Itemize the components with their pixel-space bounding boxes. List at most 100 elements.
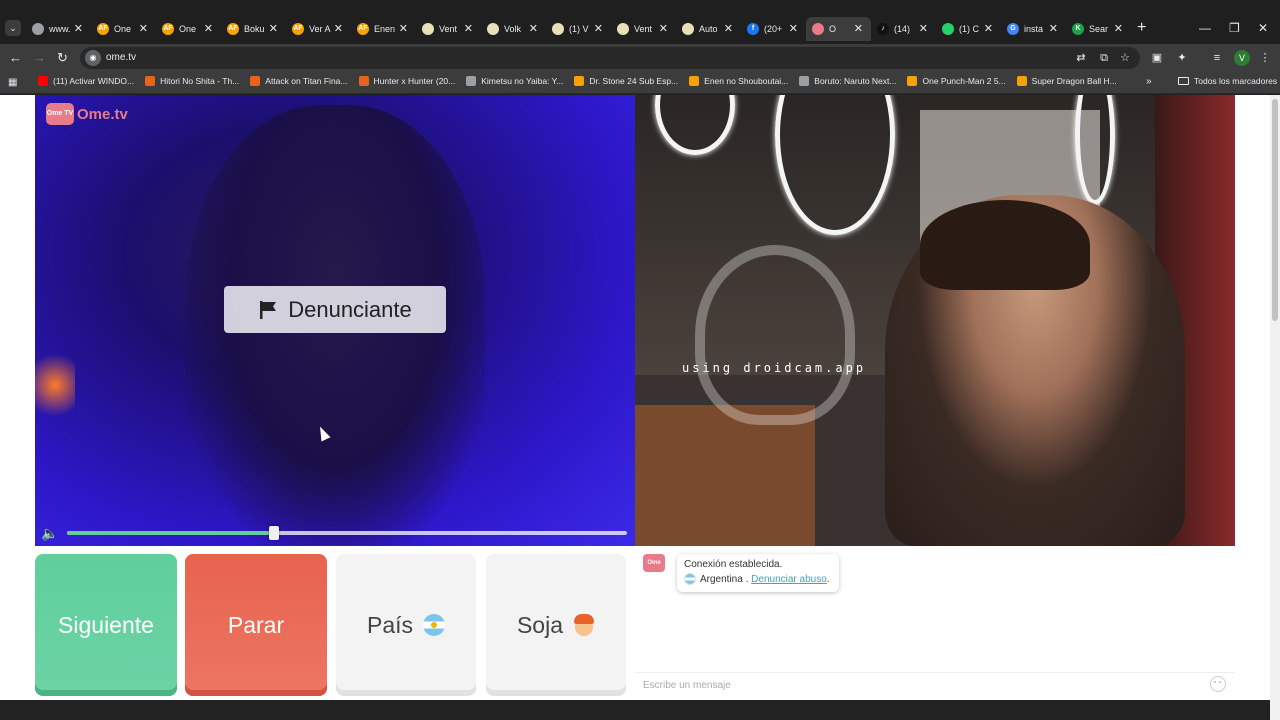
- address-bar[interactable]: ◉ ome.tv: [80, 47, 1140, 69]
- bookmark-star-icon[interactable]: ☆: [1118, 51, 1132, 65]
- browser-tab[interactable]: AF Boku ✕: [221, 17, 286, 41]
- restore-icon[interactable]: ❐: [1229, 21, 1240, 35]
- browser-tab[interactable]: AF One ✕: [156, 17, 221, 41]
- site-info-icon[interactable]: ◉: [85, 50, 101, 66]
- tab-close-icon[interactable]: ✕: [334, 22, 343, 35]
- profile-avatar[interactable]: V: [1234, 50, 1250, 66]
- droidcam-watermark: using droidcam.app: [682, 361, 867, 375]
- tab-close-icon[interactable]: ✕: [1049, 22, 1058, 35]
- tab-close-icon[interactable]: ✕: [464, 22, 473, 35]
- report-button[interactable]: Denunciante: [224, 286, 446, 333]
- video-person-hair: [920, 200, 1090, 290]
- bookmark-label: Hitori No Shita - Th...: [160, 76, 240, 86]
- volume-handle[interactable]: [269, 526, 280, 540]
- bookmark-item[interactable]: Boruto: Naruto Next...: [799, 76, 896, 86]
- browser-tab[interactable]: Vent ✕: [611, 17, 676, 41]
- browser-tab[interactable]: ♪ (14) ✕: [871, 17, 936, 41]
- tab-close-icon[interactable]: ✕: [204, 22, 213, 35]
- next-button-label: Siguiente: [58, 611, 154, 638]
- bookmark-item[interactable]: Hunter x Hunter (20...: [358, 76, 455, 86]
- volume-icon[interactable]: 🔈: [41, 525, 58, 542]
- browser-tab[interactable]: AF One ✕: [91, 17, 156, 41]
- browser-tab[interactable]: K Sear ✕: [1066, 17, 1131, 41]
- chat-input-area: [635, 672, 1235, 696]
- close-window-icon[interactable]: ✕: [1258, 21, 1268, 35]
- browser-tab[interactable]: Ginsta ✕: [1001, 17, 1066, 41]
- country-filter-button[interactable]: País: [336, 554, 476, 696]
- page-scrollbar[interactable]: [1270, 95, 1280, 720]
- bookmark-item[interactable]: Attack on Titan Fina...: [250, 76, 348, 86]
- menu-icon[interactable]: ⋮: [1258, 51, 1272, 65]
- bookmark-favicon-icon: [574, 76, 585, 86]
- tab-title: Auto: [699, 24, 718, 34]
- boy-emoji-icon: [573, 613, 595, 637]
- tab-favicon-icon: AF: [97, 23, 109, 35]
- all-bookmarks-folder[interactable]: Todos los marcadores: [1178, 76, 1277, 86]
- install-app-icon[interactable]: ⧉: [1097, 51, 1111, 65]
- forward-icon[interactable]: →: [33, 50, 46, 65]
- browser-tab[interactable]: AF Ver A ✕: [286, 17, 351, 41]
- volume-slider[interactable]: [67, 526, 627, 540]
- tab-close-icon[interactable]: ✕: [659, 22, 668, 35]
- bookmark-item[interactable]: Enen no Shouboutai...: [689, 76, 788, 86]
- tab-close-icon[interactable]: ✕: [399, 22, 408, 35]
- tab-close-icon[interactable]: ✕: [724, 22, 733, 35]
- tab-close-icon[interactable]: ✕: [529, 22, 538, 35]
- emoji-icon[interactable]: [1210, 676, 1226, 692]
- tab-close-icon[interactable]: ✕: [1114, 22, 1123, 35]
- extension-icon[interactable]: ▣: [1150, 51, 1164, 65]
- browser-tab[interactable]: Auto ✕: [676, 17, 741, 41]
- browser-tab[interactable]: (1) V ✕: [546, 17, 611, 41]
- more-bookmarks-icon[interactable]: »: [1146, 76, 1152, 87]
- browser-tab[interactable]: O ✕: [806, 17, 871, 41]
- browser-tab[interactable]: Volk ✕: [481, 17, 546, 41]
- bookmark-item[interactable]: One Punch-Man 2 5...: [907, 76, 1006, 86]
- tab-close-icon[interactable]: ✕: [854, 22, 863, 35]
- minimize-icon[interactable]: —: [1199, 21, 1211, 35]
- browser-tab[interactable]: f (20+ ✕: [741, 17, 806, 41]
- browser-tab[interactable]: www. ✕: [26, 17, 91, 41]
- tab-close-icon[interactable]: ✕: [269, 22, 278, 35]
- tab-close-icon[interactable]: ✕: [139, 22, 148, 35]
- tab-close-icon[interactable]: ✕: [789, 22, 798, 35]
- tab-close-icon[interactable]: ✕: [984, 22, 993, 35]
- bookmark-item[interactable]: (11) Activar WINDO...: [38, 76, 134, 86]
- gender-filter-button[interactable]: Soja: [486, 554, 626, 696]
- apps-grid-icon[interactable]: ▦: [8, 77, 17, 88]
- browser-tab[interactable]: AF Enen ✕: [351, 17, 416, 41]
- chat-message-input[interactable]: [643, 677, 1193, 693]
- next-button[interactable]: Siguiente: [35, 554, 177, 696]
- tab-close-icon[interactable]: ✕: [919, 22, 928, 35]
- bookmark-item[interactable]: Super Dragon Ball H...: [1016, 76, 1117, 86]
- browser-tab[interactable]: (1) C ✕: [936, 17, 1001, 41]
- bookmark-item[interactable]: Kimetsu no Yaiba: Y...: [466, 76, 563, 86]
- tab-favicon-icon: AF: [227, 23, 239, 35]
- stop-button[interactable]: Parar: [185, 554, 327, 696]
- tab-favicon-icon: [682, 23, 694, 35]
- system-message: Conexión establecida. Argentina . Denunc…: [677, 554, 839, 592]
- extensions-puzzle-icon[interactable]: ✦: [1175, 51, 1189, 65]
- partner-country: Argentina .: [700, 573, 749, 585]
- report-abuse-link[interactable]: Denunciar abuso: [751, 574, 827, 585]
- tab-close-icon[interactable]: ✕: [74, 22, 83, 35]
- tab-title: One: [114, 24, 132, 34]
- tab-search-icon[interactable]: ⌄: [5, 20, 21, 36]
- media-controls-icon[interactable]: ≡: [1210, 51, 1224, 65]
- ometv-logo[interactable]: Ome TV Ome.tv: [46, 103, 128, 125]
- bookmark-label: Enen no Shouboutai...: [704, 76, 789, 86]
- back-icon[interactable]: ←: [9, 50, 22, 65]
- browser-tab[interactable]: Vent ✕: [416, 17, 481, 41]
- tab-strip: ⌄ www. ✕ AF One ✕ AF One ✕ AF Boku ✕ AF Ver A ✕ AF Enen…: [0, 0, 1280, 44]
- bookmark-item[interactable]: Hitori No Shita - Th...: [145, 76, 239, 86]
- tab-title: (14): [894, 24, 911, 34]
- tab-favicon-icon: ♪: [877, 23, 889, 35]
- tab-close-icon[interactable]: ✕: [594, 22, 603, 35]
- translate-icon[interactable]: ⇄: [1074, 51, 1088, 65]
- new-tab-icon[interactable]: +: [1137, 20, 1146, 36]
- scroll-thumb[interactable]: [1272, 99, 1278, 321]
- country-button-label: País: [366, 611, 414, 638]
- connection-status: Conexión establecida.: [684, 559, 783, 570]
- reload-icon[interactable]: ↻: [57, 50, 68, 66]
- bookmark-item[interactable]: Dr. Stone 24 Sub Esp...: [574, 76, 678, 86]
- address-url: ome.tv: [106, 52, 137, 63]
